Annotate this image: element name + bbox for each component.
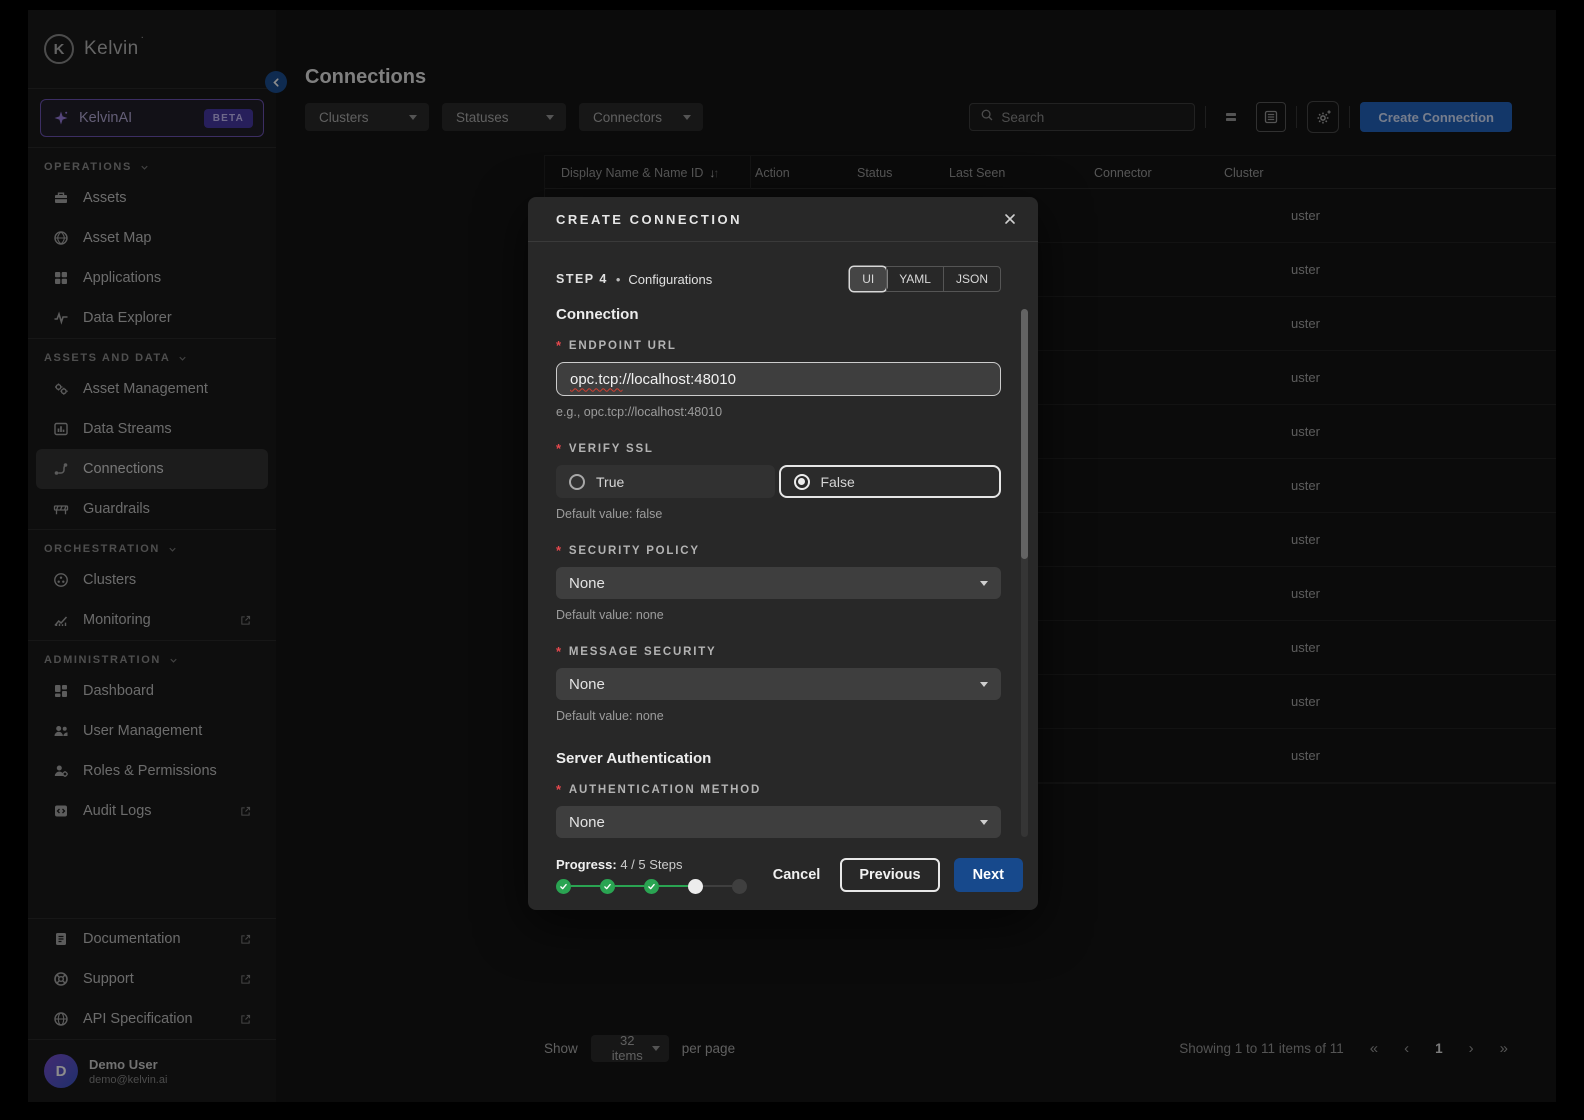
message-security-default-note: Default value: none: [556, 709, 1001, 723]
modal-title: CREATE CONNECTION: [556, 212, 742, 227]
tab-yaml[interactable]: YAML: [886, 267, 943, 291]
step-indicator: STEP 4 Configurations: [556, 272, 712, 287]
section-header-server-auth: Server Authentication: [556, 750, 1001, 767]
message-security-label: MESSAGE SECURITY: [556, 644, 1001, 659]
message-security-value: None: [569, 676, 605, 693]
verify-ssl-radio-group: True False: [556, 465, 1001, 498]
endpoint-helper-text: e.g., opc.tcp://localhost:48010: [556, 405, 1001, 419]
progress-block: Progress: 4 / 5 Steps: [556, 857, 747, 894]
tab-ui[interactable]: UI: [850, 267, 886, 291]
verify-ssl-false-option[interactable]: False: [779, 465, 1002, 498]
cancel-button[interactable]: Cancel: [767, 859, 827, 891]
verify-ssl-true-option[interactable]: True: [556, 465, 775, 498]
app-window: K Kelvin KelvinAI BETA OPERATIONSAssetsA…: [28, 10, 1556, 1102]
chevron-down-icon: [980, 820, 988, 825]
security-policy-select[interactable]: None: [556, 567, 1001, 599]
close-icon[interactable]: [1002, 211, 1018, 227]
step-connector: [571, 885, 600, 888]
previous-button[interactable]: Previous: [840, 858, 939, 892]
step-name: Configurations: [628, 272, 712, 287]
format-tabs: UIYAMLJSON: [849, 266, 1001, 292]
endpoint-value-flagged: opc.tcp:: [570, 371, 623, 388]
step-progress-bar: [556, 879, 747, 894]
step-3-done: [644, 879, 659, 894]
next-button[interactable]: Next: [954, 858, 1023, 892]
step-connector: [703, 885, 732, 888]
step-2-done: [600, 879, 615, 894]
radio-selected-icon: [794, 474, 810, 490]
chevron-down-icon: [980, 682, 988, 687]
step-label: STEP 4: [556, 272, 608, 286]
verify-ssl-label: VERIFY SSL: [556, 441, 1001, 456]
auth-method-select[interactable]: None: [556, 806, 1001, 838]
verify-ssl-default-note: Default value: false: [556, 507, 1001, 521]
option-false-label: False: [821, 474, 855, 490]
auth-method-value: None: [569, 814, 605, 831]
endpoint-url-input[interactable]: opc.tcp://localhost:48010: [556, 362, 1001, 396]
security-policy-value: None: [569, 575, 605, 592]
modal-scrollbar: [1021, 309, 1028, 837]
create-connection-modal: CREATE CONNECTION STEP 4 Configurations …: [528, 197, 1038, 910]
step-4-current: [688, 879, 703, 894]
step-1-done: [556, 879, 571, 894]
security-policy-default-note: Default value: none: [556, 608, 1001, 622]
step-connector: [659, 885, 688, 888]
bullet-separator: [608, 272, 629, 287]
radio-unselected-icon: [569, 474, 585, 490]
progress-text: 4 / 5 Steps: [620, 857, 682, 872]
auth-method-label: AUTHENTICATION METHOD: [556, 782, 1001, 797]
endpoint-url-label: ENDPOINT URL: [556, 338, 1001, 353]
section-header-connection: Connection: [556, 306, 1001, 323]
security-policy-label: SECURITY POLICY: [556, 543, 1001, 558]
endpoint-value-rest: //localhost:48010: [623, 371, 736, 388]
step-connector: [615, 885, 644, 888]
step-5-pending: [732, 879, 747, 894]
chevron-down-icon: [980, 581, 988, 586]
tab-json[interactable]: JSON: [943, 267, 1000, 291]
progress-label: Progress:: [556, 857, 617, 872]
option-true-label: True: [596, 474, 624, 490]
message-security-select[interactable]: None: [556, 668, 1001, 700]
scrollbar-thumb[interactable]: [1021, 309, 1028, 559]
